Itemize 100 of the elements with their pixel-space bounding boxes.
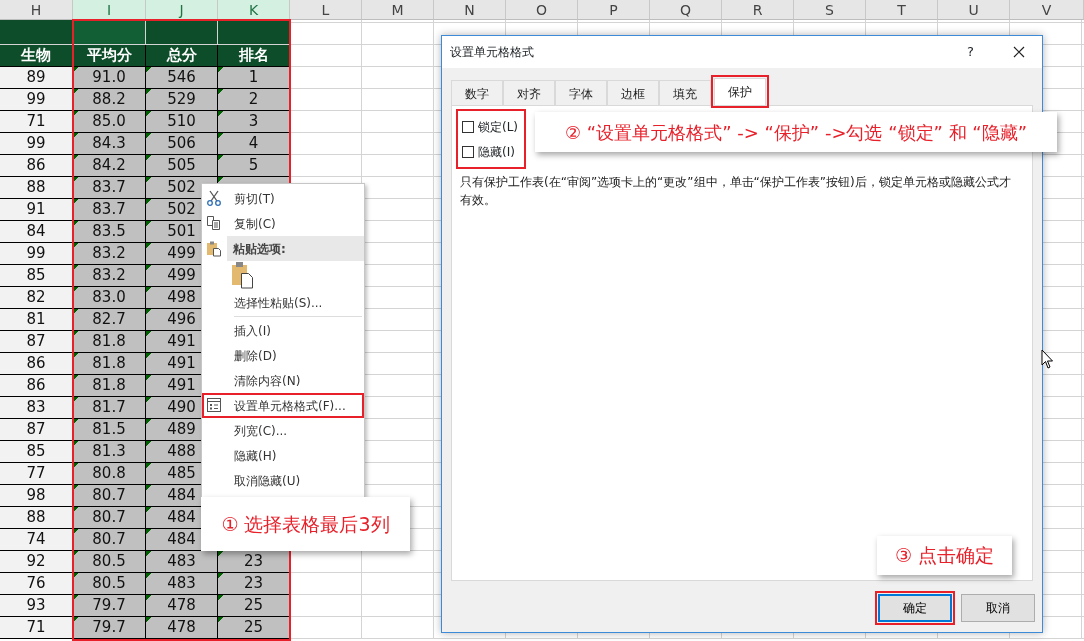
- tab[interactable]: 对齐: [503, 80, 555, 105]
- mouse-pointer-icon: [1041, 349, 1054, 370]
- column-header[interactable]: S: [794, 0, 866, 20]
- dialog-title: 设置单元格格式: [450, 44, 535, 61]
- dialog-button[interactable]: 取消: [961, 594, 1035, 622]
- table-cell: 87: [0, 419, 73, 441]
- table-cell: 71: [0, 617, 73, 639]
- table-cell: 80.7: [73, 507, 146, 529]
- table-cell: 81.3: [73, 441, 146, 463]
- table-cell: 86: [0, 155, 73, 177]
- table-cell: 1: [218, 67, 290, 89]
- column-header[interactable]: V: [1010, 0, 1084, 20]
- column-header[interactable]: O: [506, 0, 578, 20]
- checkbox[interactable]: [462, 145, 474, 158]
- table-cell: 86: [0, 353, 73, 375]
- table-cell: 81.8: [73, 353, 146, 375]
- checkbox-label[interactable]: 隐藏(I): [478, 142, 515, 161]
- column-header[interactable]: N: [434, 0, 506, 20]
- tab[interactable]: 边框: [607, 80, 659, 105]
- table-cell: 84.3: [73, 133, 146, 155]
- column-header[interactable]: T: [866, 0, 938, 20]
- table-cell: 79.7: [73, 595, 146, 617]
- table-cell: 83.7: [73, 199, 146, 221]
- table-cell: 80.8: [73, 463, 146, 485]
- format-cells-icon: [206, 397, 222, 413]
- column-header[interactable]: Q: [650, 0, 722, 20]
- dialog-button[interactable]: 确定: [878, 594, 952, 622]
- table-cell: 92: [0, 551, 73, 573]
- table-header: 平均分: [73, 45, 146, 67]
- table-cell: 2: [218, 89, 290, 111]
- table-cell: 82: [0, 287, 73, 309]
- table-cell: 80.7: [73, 485, 146, 507]
- table-cell: 89: [0, 67, 73, 89]
- table-cell: 23: [218, 573, 290, 595]
- table-cell: 81: [0, 309, 73, 331]
- table-header: 生物: [0, 45, 73, 67]
- table-cell: 81.5: [73, 419, 146, 441]
- table-cell: 83: [0, 397, 73, 419]
- column-header[interactable]: M: [362, 0, 434, 20]
- table-cell: 84: [0, 221, 73, 243]
- table-cell: 483: [146, 551, 218, 573]
- table-cell: 82.7: [73, 309, 146, 331]
- table-cell: 93: [0, 595, 73, 617]
- column-header[interactable]: H: [0, 0, 73, 20]
- table-cell: 88.2: [73, 89, 146, 111]
- table-cell: 478: [146, 617, 218, 639]
- column-header[interactable]: P: [578, 0, 650, 20]
- table-cell: 77: [0, 463, 73, 485]
- table-cell: 83.7: [73, 177, 146, 199]
- header-band: [146, 20, 218, 45]
- tab[interactable]: 填充: [659, 80, 711, 105]
- paste-option-icon[interactable]: [231, 261, 255, 289]
- table-cell: 85.0: [73, 111, 146, 133]
- help-button[interactable]: ?: [967, 42, 987, 62]
- table-cell: 546: [146, 67, 218, 89]
- table-cell: 81.8: [73, 331, 146, 353]
- table-cell: 99: [0, 89, 73, 111]
- clipboard-icon: [206, 240, 222, 257]
- column-header[interactable]: K: [218, 0, 290, 20]
- table-cell: 80.5: [73, 551, 146, 573]
- table-cell: 91: [0, 199, 73, 221]
- table-cell: 4: [218, 133, 290, 155]
- table-cell: 80.7: [73, 529, 146, 551]
- table-cell: 98: [0, 485, 73, 507]
- table-header: 总分: [146, 45, 218, 67]
- tab[interactable]: 字体: [555, 80, 607, 105]
- table-cell: 79.7: [73, 617, 146, 639]
- column-header[interactable]: L: [290, 0, 362, 20]
- table-cell: 74: [0, 529, 73, 551]
- table-cell: 99: [0, 243, 73, 265]
- table-cell: 99: [0, 133, 73, 155]
- table-cell: 3: [218, 111, 290, 133]
- column-header[interactable]: I: [73, 0, 146, 20]
- table-cell: 87: [0, 331, 73, 353]
- table-cell: 25: [218, 617, 290, 639]
- table-cell: 71: [0, 111, 73, 133]
- table-cell: 85: [0, 441, 73, 463]
- table-cell: 76: [0, 573, 73, 595]
- checkbox[interactable]: [462, 120, 474, 133]
- header-band: [218, 20, 290, 45]
- column-header[interactable]: J: [146, 0, 218, 20]
- table-cell: 84.2: [73, 155, 146, 177]
- table-cell: 25: [218, 595, 290, 617]
- table-cell: 88: [0, 507, 73, 529]
- checkbox-label[interactable]: 锁定(L): [478, 117, 519, 136]
- table-cell: 85: [0, 265, 73, 287]
- close-icon[interactable]: [1013, 46, 1025, 58]
- column-header[interactable]: R: [722, 0, 794, 20]
- table-header: 排名: [218, 45, 290, 67]
- tab[interactable]: 数字: [451, 80, 503, 105]
- column-header[interactable]: U: [938, 0, 1010, 20]
- table-cell: 83.2: [73, 243, 146, 265]
- copy-icon: [206, 215, 222, 231]
- table-cell: 510: [146, 111, 218, 133]
- table-cell: 483: [146, 573, 218, 595]
- table-cell: 81.8: [73, 375, 146, 397]
- table-cell: 83.2: [73, 265, 146, 287]
- table-cell: 23: [218, 551, 290, 573]
- tab[interactable]: 保护: [714, 78, 766, 105]
- scissors-icon: [206, 190, 222, 206]
